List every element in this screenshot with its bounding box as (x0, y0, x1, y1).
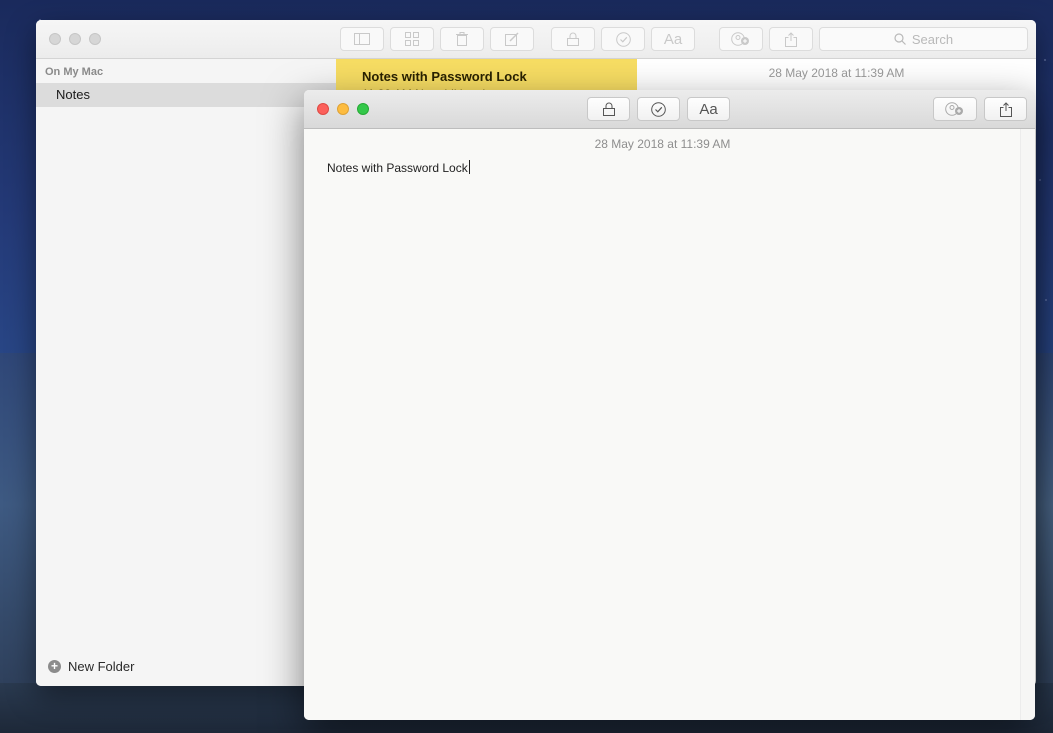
add-icon: + (48, 660, 61, 673)
compose-icon (505, 32, 519, 46)
search-placeholder: Search (911, 31, 954, 47)
lock-note-button[interactable] (551, 27, 595, 51)
add-people-icon (731, 32, 751, 46)
format-icon: Aa (699, 100, 718, 118)
sidebar-section-header: On My Mac (45, 66, 104, 78)
close-button[interactable] (317, 103, 329, 115)
lock-note-button[interactable] (587, 97, 630, 121)
folder-sidebar: On My Mac Notes + New Folder (36, 59, 336, 686)
new-note-button[interactable] (490, 27, 534, 51)
share-icon (999, 101, 1012, 117)
main-toolbar: Aa Search (36, 20, 1036, 59)
note-editor-body[interactable]: 28 May 2018 at 11:39 AM Notes with Passw… (304, 129, 1021, 720)
format-button[interactable]: Aa (687, 97, 730, 121)
delete-button[interactable] (440, 27, 484, 51)
checklist-button[interactable] (601, 27, 645, 51)
lock-icon (567, 32, 579, 46)
zoom-button-inactive[interactable] (89, 33, 101, 45)
minimize-button[interactable] (337, 103, 349, 115)
desktop-mountain-left (0, 353, 40, 733)
format-icon: Aa (663, 30, 683, 48)
share-button[interactable] (769, 27, 813, 51)
add-people-button[interactable] (933, 97, 977, 121)
trash-icon (456, 32, 468, 46)
share-icon (785, 31, 797, 47)
sidebar-icon (354, 33, 370, 45)
desktop-mountain-right (1033, 353, 1053, 733)
search-input[interactable]: Search (819, 27, 1028, 51)
vertical-scrollbar[interactable] (1020, 129, 1035, 720)
checklist-icon (651, 101, 666, 117)
checklist-icon (615, 31, 631, 47)
note-text[interactable]: Notes with Password Lock (327, 160, 470, 175)
add-people-button[interactable] (719, 27, 763, 51)
sidebar-item-notes[interactable]: Notes (36, 83, 336, 107)
note-editor-window: Aa 28 May 2018 at 11:39 AM Notes with Pa… (304, 90, 1035, 720)
add-people-icon (945, 102, 965, 116)
search-icon (894, 33, 906, 45)
sidebar-item-label: Notes (56, 87, 90, 102)
text-caret (468, 160, 470, 174)
new-folder-label: New Folder (68, 659, 135, 674)
new-folder-button[interactable]: + New Folder (48, 659, 134, 674)
checklist-button[interactable] (637, 97, 680, 121)
note-date: 28 May 2018 at 11:39 AM (594, 137, 731, 151)
note-list-title: Notes with Password Lock (362, 69, 527, 84)
format-button[interactable]: Aa (651, 27, 695, 51)
lock-icon (602, 102, 615, 116)
zoom-button[interactable] (357, 103, 369, 115)
note-text-content: Notes with Password Lock (327, 161, 468, 175)
gallery-view-button[interactable] (390, 27, 434, 51)
close-button-inactive[interactable] (49, 33, 61, 45)
toggle-sidebar-button[interactable] (340, 27, 384, 51)
note-date: 28 May 2018 at 11:39 AM (768, 66, 905, 80)
editor-toolbar: Aa (304, 90, 1035, 129)
share-button[interactable] (984, 97, 1027, 121)
gallery-icon (405, 32, 419, 46)
minimize-button-inactive[interactable] (69, 33, 81, 45)
